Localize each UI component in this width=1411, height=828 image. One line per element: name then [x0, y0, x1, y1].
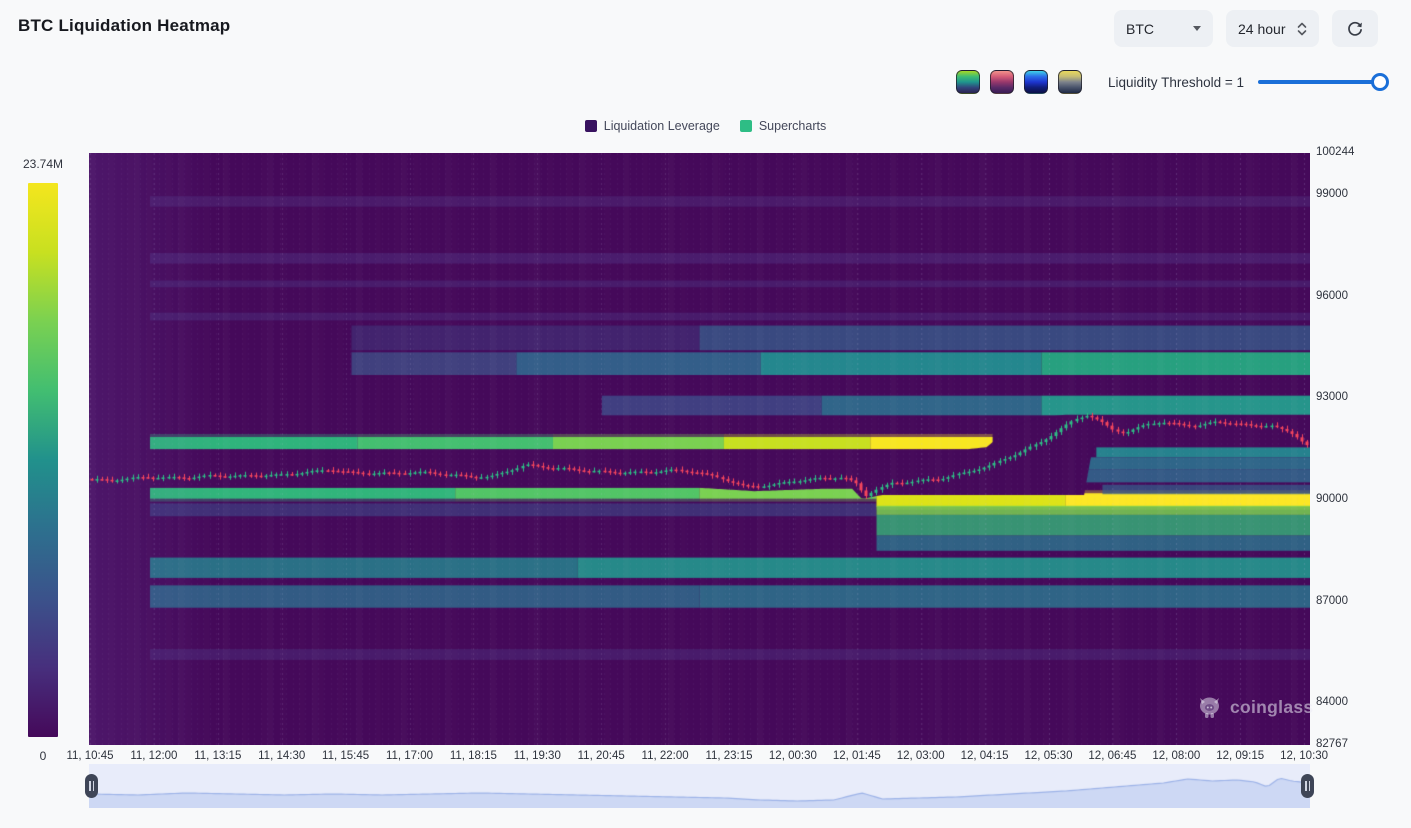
- page-title: BTC Liquidation Heatmap: [18, 16, 230, 36]
- price-axis-tick: 100244: [1316, 146, 1354, 158]
- time-axis-tick: 12, 10:30: [1262, 750, 1346, 762]
- color-scheme-viridis-button[interactable]: [956, 70, 980, 94]
- chart-legend: Liquidation Leverage Supercharts: [0, 119, 1411, 133]
- symbol-select[interactable]: BTC: [1114, 10, 1213, 47]
- legend-label: Liquidation Leverage: [604, 119, 720, 133]
- chart-navigator: [89, 764, 1310, 808]
- symbol-select-value: BTC: [1126, 21, 1154, 37]
- price-axis-tick: 90000: [1316, 493, 1348, 505]
- color-scheme-ocean-button[interactable]: [1024, 70, 1048, 94]
- navigator-canvas[interactable]: [89, 764, 1310, 808]
- price-axis-tick: 96000: [1316, 290, 1348, 302]
- price-axis-tick: 99000: [1316, 188, 1348, 200]
- liquidation-heatmap-page: BTC Liquidation Heatmap BTC 24 hour Liqu…: [0, 0, 1411, 828]
- refresh-icon: [1345, 19, 1365, 39]
- legend-swatch-green: [740, 120, 752, 132]
- liquidity-threshold-slider[interactable]: [1258, 80, 1380, 84]
- price-axis-tick: 87000: [1316, 595, 1348, 607]
- legend-item-supercharts[interactable]: Supercharts: [740, 119, 826, 133]
- heatmap-options-row: Liquidity Threshold = 1: [956, 70, 1388, 94]
- colorbar-max-label: 23.74M: [9, 157, 77, 171]
- navigator-right-handle[interactable]: [1301, 774, 1314, 798]
- timeframe-select-value: 24 hour: [1238, 21, 1285, 37]
- refresh-button[interactable]: [1332, 10, 1378, 47]
- color-scheme-cividis-button[interactable]: [1058, 70, 1082, 94]
- chevron-down-icon: [1193, 26, 1201, 31]
- legend-swatch-purple: [585, 120, 597, 132]
- slider-handle[interactable]: [1371, 73, 1389, 91]
- liquidity-threshold-label: Liquidity Threshold = 1: [1108, 75, 1244, 90]
- color-scheme-magma-button[interactable]: [990, 70, 1014, 94]
- price-axis-tick: 82767: [1316, 738, 1348, 750]
- intensity-colorbar: [28, 183, 58, 737]
- navigator-left-handle[interactable]: [85, 774, 98, 798]
- legend-item-liquidation-leverage[interactable]: Liquidation Leverage: [585, 119, 720, 133]
- legend-label: Supercharts: [759, 119, 826, 133]
- price-axis-tick: 84000: [1316, 696, 1348, 708]
- timeframe-select[interactable]: 24 hour: [1226, 10, 1319, 47]
- chevron-up-down-icon: [1297, 21, 1307, 37]
- top-controls: BTC 24 hour: [1114, 10, 1378, 47]
- price-axis-tick: 93000: [1316, 391, 1348, 403]
- liquidation-heatmap-canvas[interactable]: [89, 153, 1310, 745]
